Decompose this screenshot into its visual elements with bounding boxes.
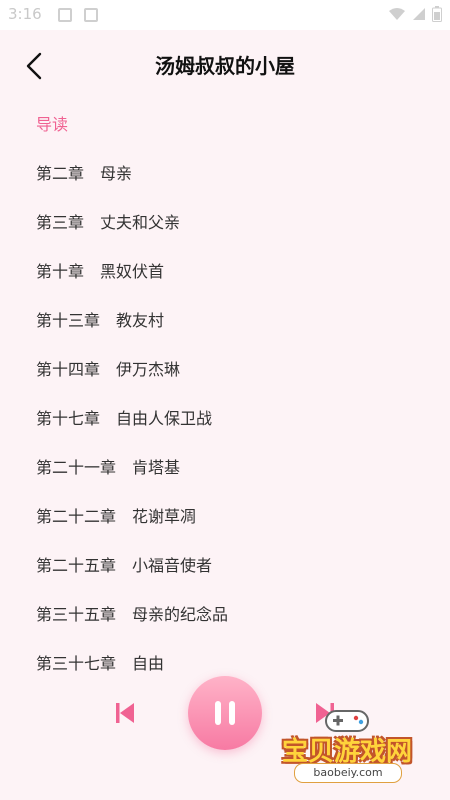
chapter-item[interactable]: 第三十五章 母亲的纪念品 (0, 590, 450, 639)
battery-icon (432, 6, 442, 22)
watermark-logo: 宝贝游戏网 baobeiy.com (272, 705, 422, 795)
watermark-url: baobeiy.com (294, 763, 402, 783)
chapter-item[interactable]: 第三章 丈夫和父亲 (0, 198, 450, 247)
notification-icon-2 (84, 8, 98, 22)
page-title: 汤姆叔叔的小屋 (155, 54, 295, 78)
wifi-icon (389, 8, 405, 20)
status-bar: 3:16 (0, 0, 450, 30)
chapter-item-intro[interactable]: 导读 (0, 100, 450, 149)
status-time: 3:16 (8, 5, 42, 23)
chapter-list: 导读 第二章 母亲 第三章 丈夫和父亲 第十章 黑奴伏首 第十三章 教友村 第十… (0, 100, 450, 688)
chapter-item[interactable]: 第二十五章 小福音使者 (0, 541, 450, 590)
pause-button[interactable] (188, 676, 262, 750)
pause-icon (215, 701, 221, 725)
signal-icon (413, 8, 425, 20)
chapter-item[interactable]: 第十章 黑奴伏首 (0, 247, 450, 296)
skip-previous-icon[interactable] (110, 698, 140, 728)
chapter-item[interactable]: 第十七章 自由人保卫战 (0, 394, 450, 443)
chapter-item[interactable]: 第十四章 伊万杰琳 (0, 345, 450, 394)
chapter-item[interactable]: 第二章 母亲 (0, 149, 450, 198)
status-icons (388, 6, 442, 22)
chapter-item[interactable]: 第二十一章 肯塔基 (0, 443, 450, 492)
notification-icon (58, 8, 72, 22)
chapter-item[interactable]: 第十三章 教友村 (0, 296, 450, 345)
chapter-item[interactable]: 第二十二章 花谢草凋 (0, 492, 450, 541)
app-bar: 汤姆叔叔的小屋 (0, 30, 450, 102)
pause-icon-bar (229, 701, 235, 725)
